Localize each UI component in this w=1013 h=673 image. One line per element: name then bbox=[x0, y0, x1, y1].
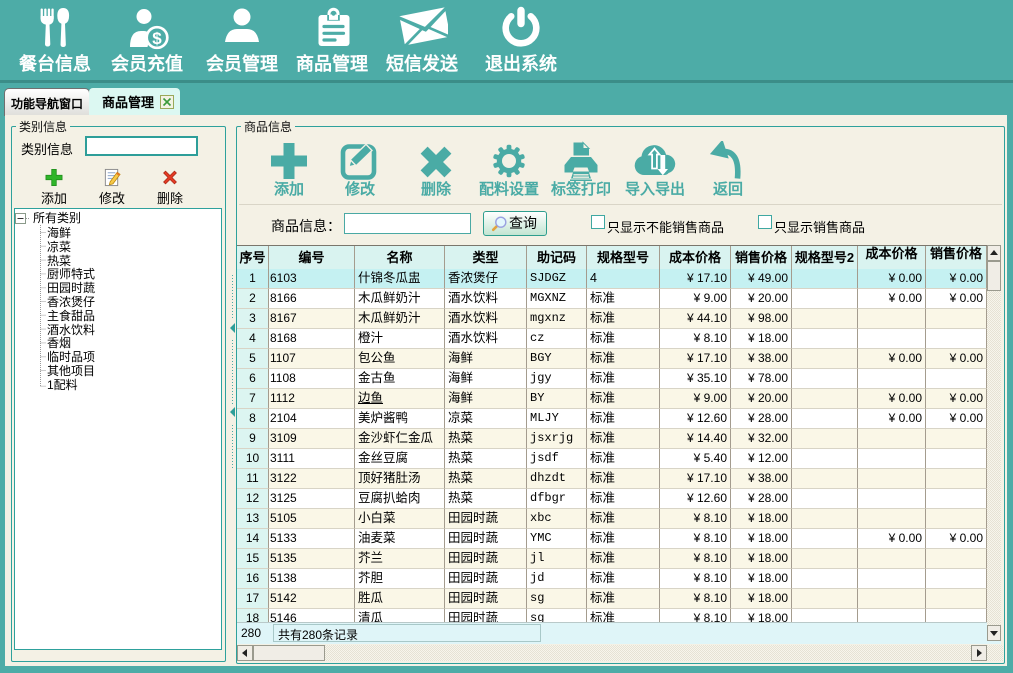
svg-text:$: $ bbox=[152, 29, 162, 48]
